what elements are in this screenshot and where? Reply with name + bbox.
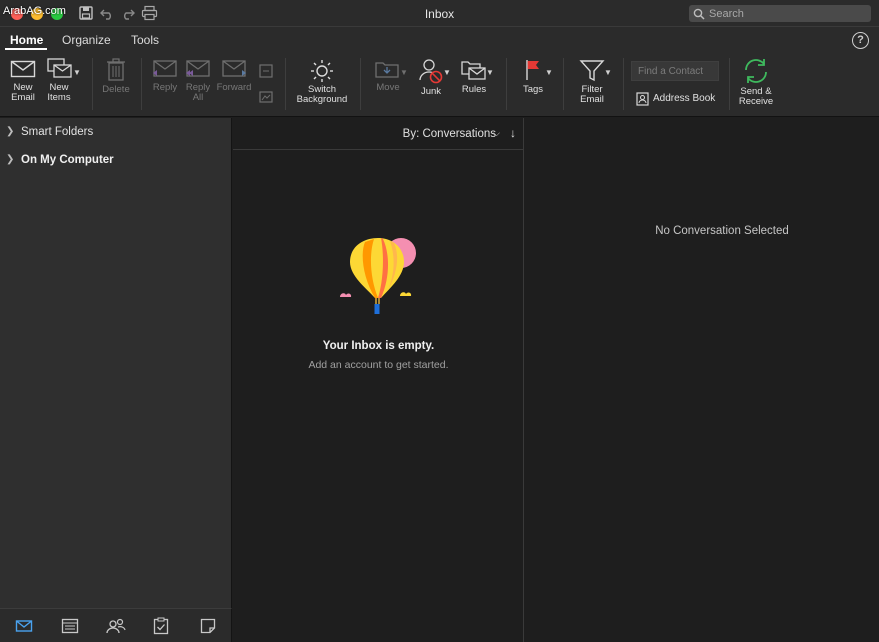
- ribbon-divider: [92, 58, 93, 110]
- calendar-icon[interactable]: [61, 617, 79, 635]
- folder-label: Smart Folders: [21, 126, 94, 138]
- chevron-down-icon[interactable]: ⌵: [493, 128, 500, 139]
- forward-icon: [222, 60, 246, 77]
- junk-label: Junk: [420, 86, 442, 97]
- ribbon: New Email New Items ▼ Delete Reply Reply…: [0, 52, 879, 117]
- reply-icon: [153, 60, 177, 77]
- active-tab-indicator: [5, 48, 47, 50]
- reply-label: Reply: [152, 82, 178, 93]
- new-items-label: New Items: [47, 82, 71, 103]
- sort-direction-icon[interactable]: ↓: [510, 126, 516, 140]
- mail-icon[interactable]: [15, 617, 33, 635]
- filter-email-label: Filter Email: [580, 84, 604, 105]
- sort-by-dropdown[interactable]: By: Conversations: [403, 128, 496, 140]
- rules-icon: [461, 61, 486, 80]
- ribbon-divider: [506, 58, 507, 110]
- tags-label: Tags: [522, 84, 544, 95]
- module-switcher: [0, 608, 232, 642]
- switch-background-label: Switch Background: [296, 84, 348, 105]
- no-conversation-selected: No Conversation Selected: [655, 225, 789, 237]
- people-icon[interactable]: [106, 617, 126, 635]
- move-chevron-icon[interactable]: ▼: [400, 68, 408, 77]
- tab-organize[interactable]: Organize: [62, 33, 111, 47]
- filter-icon: [579, 60, 605, 82]
- trash-icon: [107, 58, 125, 81]
- reply-all-icon: [186, 60, 210, 77]
- reply-button[interactable]: Reply: [150, 52, 180, 93]
- chevron-right-icon[interactable]: ❯: [6, 126, 14, 137]
- rules-chevron-icon[interactable]: ▼: [486, 68, 494, 77]
- title-bar: ArabAG.com Inbox: [0, 0, 879, 27]
- ribbon-divider: [729, 58, 730, 110]
- sync-icon: [745, 59, 767, 83]
- envelope-icon: [10, 60, 36, 78]
- reading-pane: No Conversation Selected: [525, 118, 879, 642]
- forward-button[interactable]: Forward: [216, 52, 252, 93]
- tags-chevron-icon[interactable]: ▼: [545, 68, 553, 77]
- address-book-icon: [636, 92, 649, 106]
- filter-email-button[interactable]: Filter Email: [572, 52, 612, 105]
- junk-chevron-icon[interactable]: ▼: [443, 68, 451, 77]
- ribbon-divider: [285, 58, 286, 110]
- address-book-label: Address Book: [653, 93, 716, 104]
- delete-label: Delete: [102, 84, 130, 95]
- empty-inbox-subtitle: Add an account to get started.: [308, 359, 449, 371]
- folder-on-my-computer[interactable]: ❯ On My Computer: [0, 151, 232, 171]
- folder-pane: ❯ Smart Folders ❯ On My Computer: [0, 118, 232, 608]
- new-items-button[interactable]: New Items: [44, 52, 80, 103]
- search-input[interactable]: [709, 5, 867, 22]
- meeting-icon[interactable]: [259, 64, 273, 81]
- new-email-button[interactable]: New Email: [8, 52, 38, 103]
- hot-air-balloon-illustration: [340, 238, 416, 314]
- help-icon[interactable]: ?: [852, 32, 869, 49]
- attachment-icon[interactable]: [259, 90, 273, 107]
- ribbon-divider: [623, 58, 624, 110]
- folder-move-icon: [375, 62, 399, 78]
- tab-tools[interactable]: Tools: [131, 33, 159, 47]
- folder-label: On My Computer: [21, 154, 114, 166]
- switch-background-button[interactable]: Switch Background: [294, 52, 350, 105]
- ribbon-divider: [141, 58, 142, 110]
- ribbon-divider: [563, 58, 564, 110]
- find-contact-input[interactable]: [631, 61, 719, 81]
- delete-button[interactable]: Delete: [99, 52, 133, 95]
- ribbon-divider: [360, 58, 361, 110]
- chevron-right-icon[interactable]: ❯: [6, 154, 14, 165]
- send-receive-button[interactable]: Send & Receive: [734, 52, 778, 107]
- reply-all-label: Reply All: [185, 82, 211, 103]
- search-icon: [693, 8, 705, 20]
- tab-home[interactable]: Home: [10, 33, 43, 47]
- junk-icon: [419, 59, 443, 84]
- message-list: By: Conversations ⌵ ↓ Your Inbox is empt…: [233, 118, 524, 642]
- empty-inbox-title: Your Inbox is empty.: [322, 340, 435, 352]
- message-list-header: By: Conversations ⌵ ↓: [233, 118, 524, 150]
- new-email-label: New Email: [11, 82, 35, 103]
- new-items-chevron-icon[interactable]: ▼: [73, 68, 81, 77]
- send-receive-label: Send & Receive: [738, 86, 774, 107]
- folder-smart-folders[interactable]: ❯ Smart Folders: [0, 123, 232, 143]
- filter-chevron-icon[interactable]: ▼: [604, 68, 612, 77]
- search-box[interactable]: [689, 5, 871, 22]
- flag-icon: [526, 60, 539, 80]
- move-label: Move: [376, 82, 400, 93]
- cloud-pink: [340, 293, 352, 297]
- rules-label: Rules: [461, 84, 487, 95]
- cloud-yellow: [400, 292, 412, 296]
- reply-all-button[interactable]: Reply All: [183, 52, 213, 103]
- tasks-icon[interactable]: [152, 617, 170, 635]
- balloon-basket: [374, 304, 380, 314]
- sun-icon: [311, 60, 333, 82]
- forward-label: Forward: [216, 82, 252, 93]
- ribbon-tabs: Home Organize Tools: [0, 27, 879, 52]
- notes-icon[interactable]: [199, 617, 217, 635]
